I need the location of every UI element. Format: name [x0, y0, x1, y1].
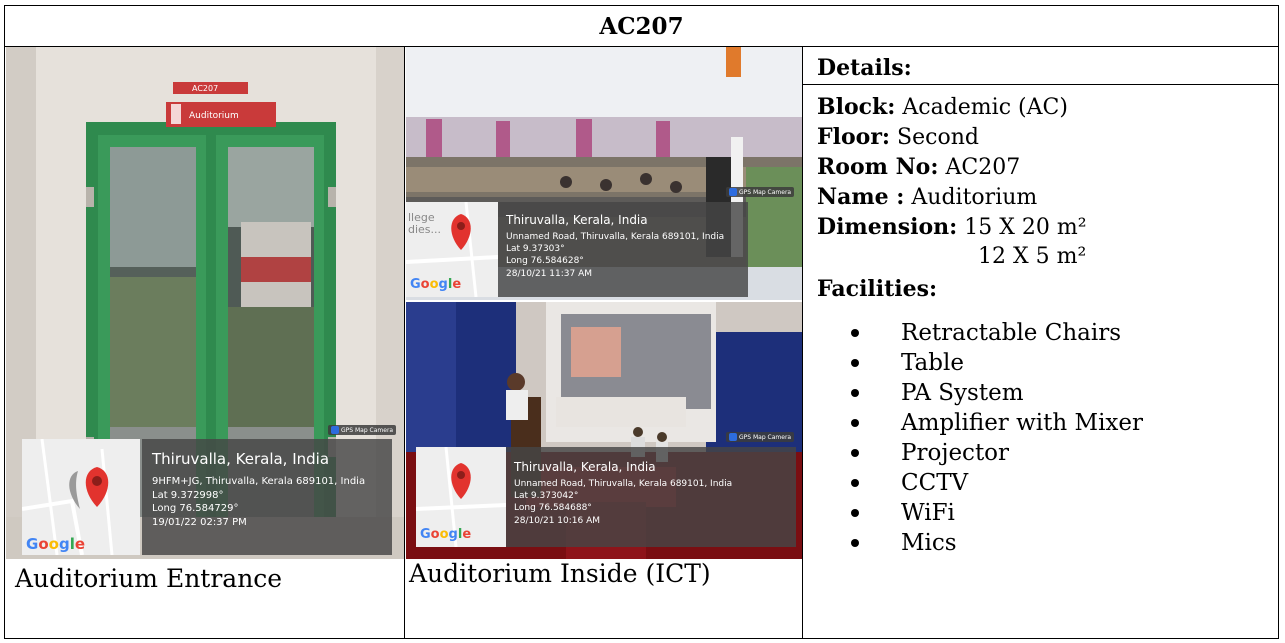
name-value: Auditorium — [904, 185, 1038, 210]
dimension-value-1: 15 X 20 m² — [957, 215, 1087, 240]
location-place: Thiruvalla, Kerala, India — [152, 450, 330, 468]
details-column: Details: Block: Academic (AC) Floor: Sec… — [803, 47, 1278, 639]
facility-label: CCTV — [901, 470, 969, 496]
location-lat: Lat 9.372998° — [152, 489, 224, 501]
facility-label: Amplifier with Mixer — [901, 410, 1144, 436]
floor-value: Second — [890, 125, 979, 150]
location-info-overlay: Thiruvalla, Kerala, India Unnamed Road, … — [506, 447, 796, 547]
gps-app-icon — [729, 188, 737, 196]
dimension-info: Dimension: 15 X 20 m² — [817, 214, 1087, 240]
location-long: Long 76.584628° — [506, 256, 584, 267]
facility-item: Retractable Chairs — [851, 318, 1143, 348]
location-lat: Lat 9.373042° — [514, 491, 579, 502]
location-map-thumbnail: llege dies... Google — [406, 202, 498, 297]
name-info: Name : Auditorium — [817, 184, 1037, 210]
inside-photo-audience: GPS Map Camera llege dies... Google Thir… — [406, 47, 802, 300]
sign-code-text: AC207 — [192, 84, 218, 93]
facility-item: Mics — [851, 528, 1143, 558]
gps-app-icon — [729, 433, 737, 441]
facility-item: CCTV — [851, 468, 1143, 498]
location-place: Thiruvalla, Kerala, India — [506, 213, 648, 227]
inside-column: GPS Map Camera llege dies... Google Thir… — [405, 47, 803, 639]
facility-item: Projector — [851, 438, 1143, 468]
name-label: Name : — [817, 184, 905, 210]
room-no-value: AC207 — [938, 155, 1021, 180]
block-label: Block: — [817, 94, 896, 120]
location-datetime: 19/01/22 02:37 PM — [152, 516, 247, 528]
location-map-thumbnail: Google — [22, 439, 140, 555]
location-lat: Lat 9.37303° — [506, 244, 565, 255]
location-datetime: 28/10/21 11:37 AM — [506, 268, 593, 279]
google-logo: Google — [410, 277, 462, 292]
room-title: AC207 — [5, 6, 1278, 47]
location-long: Long 76.584688° — [514, 503, 592, 514]
dimension-value-2: 12 X 5 m² — [978, 244, 1087, 269]
entrance-caption: Auditorium Entrance — [15, 564, 283, 593]
facility-label: Mics — [901, 530, 957, 556]
bullet-icon — [851, 539, 859, 547]
inside-photo-stage: GPS Map Camera Google Thiruvalla, Kerala… — [406, 302, 802, 559]
bullet-icon — [851, 359, 859, 367]
google-logo: Google — [420, 527, 472, 542]
gps-map-camera-tag: GPS Map Camera — [726, 187, 795, 197]
floor-label: Floor: — [817, 124, 891, 150]
location-address: Unnamed Road, Thiruvalla, Kerala 689101,… — [514, 479, 733, 490]
bullet-icon — [851, 509, 859, 517]
google-logo: Google — [26, 535, 86, 553]
room-no-label: Room No: — [817, 154, 939, 180]
block-info: Block: Academic (AC) — [817, 94, 1068, 120]
room-no-info: Room No: AC207 — [817, 154, 1020, 180]
bullet-icon — [851, 449, 859, 457]
details-heading: Details: — [803, 47, 1278, 85]
facility-label: Projector — [901, 440, 1010, 466]
location-address: 9HFM+JG, Thiruvalla, Kerala 689101, Indi… — [152, 476, 366, 488]
entrance-column: AC207 Auditorium GPS Map Camera Google T… — [5, 47, 405, 639]
map-poi-label: llege dies... — [408, 211, 442, 237]
block-value: Academic (AC) — [895, 95, 1068, 120]
location-info-overlay: Thiruvalla, Kerala, India 9HFM+JG, Thiru… — [142, 439, 392, 555]
floor-info: Floor: Second — [817, 124, 979, 150]
facility-label: WiFi — [901, 500, 955, 526]
entrance-photo: AC207 Auditorium GPS Map Camera Google T… — [6, 47, 404, 559]
facility-label: Retractable Chairs — [901, 320, 1121, 346]
bullet-icon — [851, 479, 859, 487]
room-details-table: AC207 AC207 Auditorium GPS Map Camera Go… — [4, 5, 1279, 639]
bullet-icon — [851, 419, 859, 427]
location-datetime: 28/10/21 10:16 AM — [514, 515, 601, 526]
location-address: Unnamed Road, Thiruvalla, Kerala 689101,… — [506, 232, 725, 243]
facility-item: PA System — [851, 378, 1143, 408]
facilities-label: Facilities: — [817, 276, 938, 302]
facility-label: PA System — [901, 380, 1024, 406]
facility-item: WiFi — [851, 498, 1143, 528]
sign-name-text: Auditorium — [189, 111, 239, 121]
location-place: Thiruvalla, Kerala, India — [514, 460, 656, 474]
facility-item: Amplifier with Mixer — [851, 408, 1143, 438]
bullet-icon — [851, 389, 859, 397]
facilities-list: Retractable Chairs Table PA System Amplifie… — [851, 318, 1143, 558]
bullet-icon — [851, 329, 859, 337]
facility-label: Table — [901, 350, 964, 376]
dimension-label: Dimension: — [817, 214, 958, 240]
location-info-overlay: Thiruvalla, Kerala, India Unnamed Road, … — [498, 202, 748, 297]
location-long: Long 76.584729° — [152, 503, 239, 515]
facility-item: Table — [851, 348, 1143, 378]
inside-caption: Auditorium Inside (ICT) — [409, 559, 711, 588]
gps-map-camera-tag: GPS Map Camera — [726, 432, 795, 442]
gps-app-icon — [331, 426, 339, 434]
location-map-thumbnail: Google — [416, 447, 506, 547]
gps-map-camera-tag: GPS Map Camera — [328, 425, 397, 435]
